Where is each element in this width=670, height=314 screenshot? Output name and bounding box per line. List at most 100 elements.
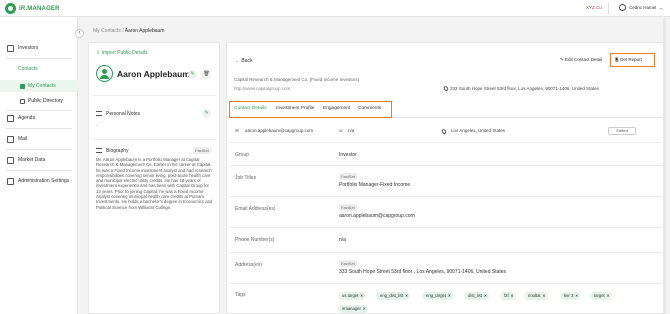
sidebar-divider [6,110,72,111]
phone-icon: ☏ [338,128,344,133]
sidebar-item-my-contacts[interactable]: My Contacts [0,80,78,92]
biography-title: Biography [106,148,129,154]
page-scrollbar[interactable] [663,18,666,314]
tag-chip[interactable]: tier 3 [560,292,581,300]
detail-divider [230,227,662,228]
sidebar-item-administration-settings[interactable]: Administration Settings [0,175,78,187]
breadcrumb-separator: / [122,28,124,34]
my-contacts-icon [20,83,25,89]
factset-badge: FactSet [339,260,357,267]
sidebar-divider [6,170,72,171]
trash-icon: 🗑 [203,71,210,77]
import-public-details-link[interactable]: ⇩ Import Public Details [96,50,147,56]
edit-contact-detail-button[interactable]: ✎ Edit Contact Detail [560,57,602,63]
phone-numbers-label: Phone Number(s) [235,237,275,243]
tab-comments[interactable]: Comments [358,106,381,111]
profile-divider [92,139,216,140]
sidebar-item-agenda[interactable]: Agenda [0,112,78,124]
job-titles-label: Job Titles [235,175,257,181]
user-menu[interactable]: Cedric Hamel ⌄ [619,4,663,11]
detail-divider [230,196,662,197]
back-label: Back [241,58,253,64]
top-bar: IR.MANAGER XYZ Co. Cedric Hamel ⌄ [0,0,670,17]
sidebar-item-label: Public Directory [28,98,64,104]
sidebar-divider [6,149,72,150]
calendar-icon [7,114,14,122]
tab-contact-details[interactable]: Contact Details [234,106,267,111]
chart-icon [7,156,14,164]
app-name: IR.MANAGER [19,5,60,12]
pencil-icon: ✎ [190,71,195,77]
lock-icon [7,177,14,185]
tag-chip[interactable]: eng_target [422,292,454,300]
pencil-icon: ✎ [204,110,209,116]
email-summary[interactable]: aaron.applebaum@capgroup.com [245,128,313,133]
tag-chip[interactable]: dist_list [464,292,489,300]
sidebar-item-label: Investors [18,45,39,51]
edited-toggle[interactable]: Edited [608,127,636,135]
edited-label: Edited [616,128,628,133]
sidebar-item-mail[interactable]: Mail [0,133,78,145]
personal-notes-value: - [96,123,98,129]
avatar [96,65,113,82]
sidebar-item-investors[interactable]: Investors [0,42,78,54]
factset-badge: FactSet [339,204,357,211]
tab-engagement[interactable]: Engagement [323,106,350,111]
group-label: Group [235,152,249,158]
email-address-value[interactable]: aaron.applebaum@capgroup.com [339,213,415,219]
addresses-label: Address(es) [235,262,262,268]
sidebar-item-public-directory[interactable]: Public Directory [0,95,78,107]
detail-divider [230,283,662,284]
sidebar-divider [6,58,72,59]
report-label: Get Report [619,57,642,62]
edit-profile-button[interactable]: ✎ [188,70,197,79]
tags-label: Tags [235,292,246,298]
app-logo[interactable]: IR.MANAGER [5,3,60,14]
user-name: Cedric Hamel [629,5,657,10]
get-report-button[interactable]: 🗎 Get Report [610,53,655,67]
edit-notes-button[interactable]: ✎ [202,109,211,118]
detail-divider [230,165,662,166]
sidebar-item-label: Agenda [18,115,36,121]
biography-text: Mr. Aaron Applebaum is a Portfolio Manag… [96,157,213,210]
back-button[interactable]: ← Back [235,58,253,64]
edit-label: Edit Contact Detail [565,57,603,62]
collapse-sidebar-button[interactable]: ‹ [75,29,84,38]
sidebar-item-label: Mail [18,136,28,142]
tag-chip[interactable]: irmanager [338,305,368,313]
notes-icon [96,111,102,116]
sidebar-item-contacts[interactable]: Contacts [0,63,78,75]
tag-chip[interactable]: eng_dist_list [376,292,411,300]
sidebar-item-market-data[interactable]: Market Data [0,154,78,166]
tag-chip[interactable]: f2f [500,292,516,300]
detail-divider [230,252,662,253]
tag-chip[interactable]: us target [338,292,366,300]
company-switcher[interactable]: XYZ Co. [586,5,603,10]
investors-icon [7,44,14,52]
user-icon [619,4,626,11]
location-summary: Los Angeles, United States [451,128,506,133]
logo-icon [5,3,16,14]
tag-chip[interactable]: rioultat [524,292,548,300]
import-label: Import Public Details [101,50,148,56]
email-addresses-label: Email Address(es) [235,206,276,212]
company-name: Capital Research & Management Co. (Fixed… [234,77,360,82]
tag-chip[interactable]: target [590,292,612,300]
breadcrumb-parent[interactable]: My Contacts [93,28,121,34]
breadcrumb: My Contacts / Aaron Applebaum [93,28,164,34]
sidebar-item-label: Market Data [18,157,46,163]
delete-contact-button[interactable]: 🗑 [202,70,211,79]
sidebar-item-label: My Contacts [28,83,56,89]
phone-summary: n/a [348,128,355,133]
company-address: 333 South Hope Street 53rd floor, Los An… [450,86,599,91]
email-icon: ✉ [235,128,239,133]
factset-badge: FactSet [193,147,211,154]
sidebar-item-label: Administration Settings [18,178,70,184]
chevron-down-icon: ⌄ [659,4,664,10]
job-title-value: Portfolio Manager-Fixed Income [339,182,411,188]
tab-investment-profile[interactable]: Investment Profile [276,106,314,111]
breadcrumb-current: Aaron Applebaum [124,28,165,34]
company-url[interactable]: http://www.capitalgroup.com [234,86,290,91]
contact-name: Aaron Applebaum [117,69,190,79]
profile-divider [92,95,216,96]
